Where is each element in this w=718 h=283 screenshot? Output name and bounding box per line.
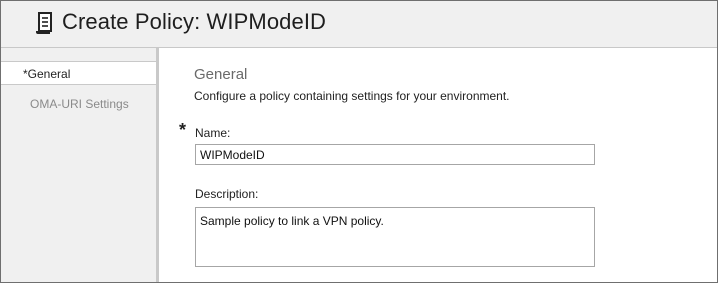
sidebar: *General OMA-URI Settings — [1, 48, 156, 282]
header-bar: Create Policy: WIPModeID — [1, 1, 717, 48]
main-panel: General Configure a policy containing se… — [159, 48, 717, 282]
policy-scroll-icon — [36, 12, 52, 34]
name-label: Name: — [195, 126, 231, 140]
create-policy-window: Create Policy: WIPModeID *General OMA-UR… — [0, 0, 718, 283]
required-marker: * — [179, 120, 187, 140]
description-input[interactable]: Sample policy to link a VPN policy. — [195, 207, 595, 267]
page-title: Create Policy: WIPModeID — [62, 9, 327, 34]
sidebar-item-general[interactable]: *General — [1, 61, 156, 85]
section-description: Configure a policy containing settings f… — [194, 89, 510, 103]
name-input[interactable] — [195, 144, 595, 165]
sidebar-item-oma-uri-settings[interactable]: OMA-URI Settings — [1, 92, 156, 116]
section-title: General — [194, 66, 248, 83]
description-label: Description: — [195, 187, 259, 201]
